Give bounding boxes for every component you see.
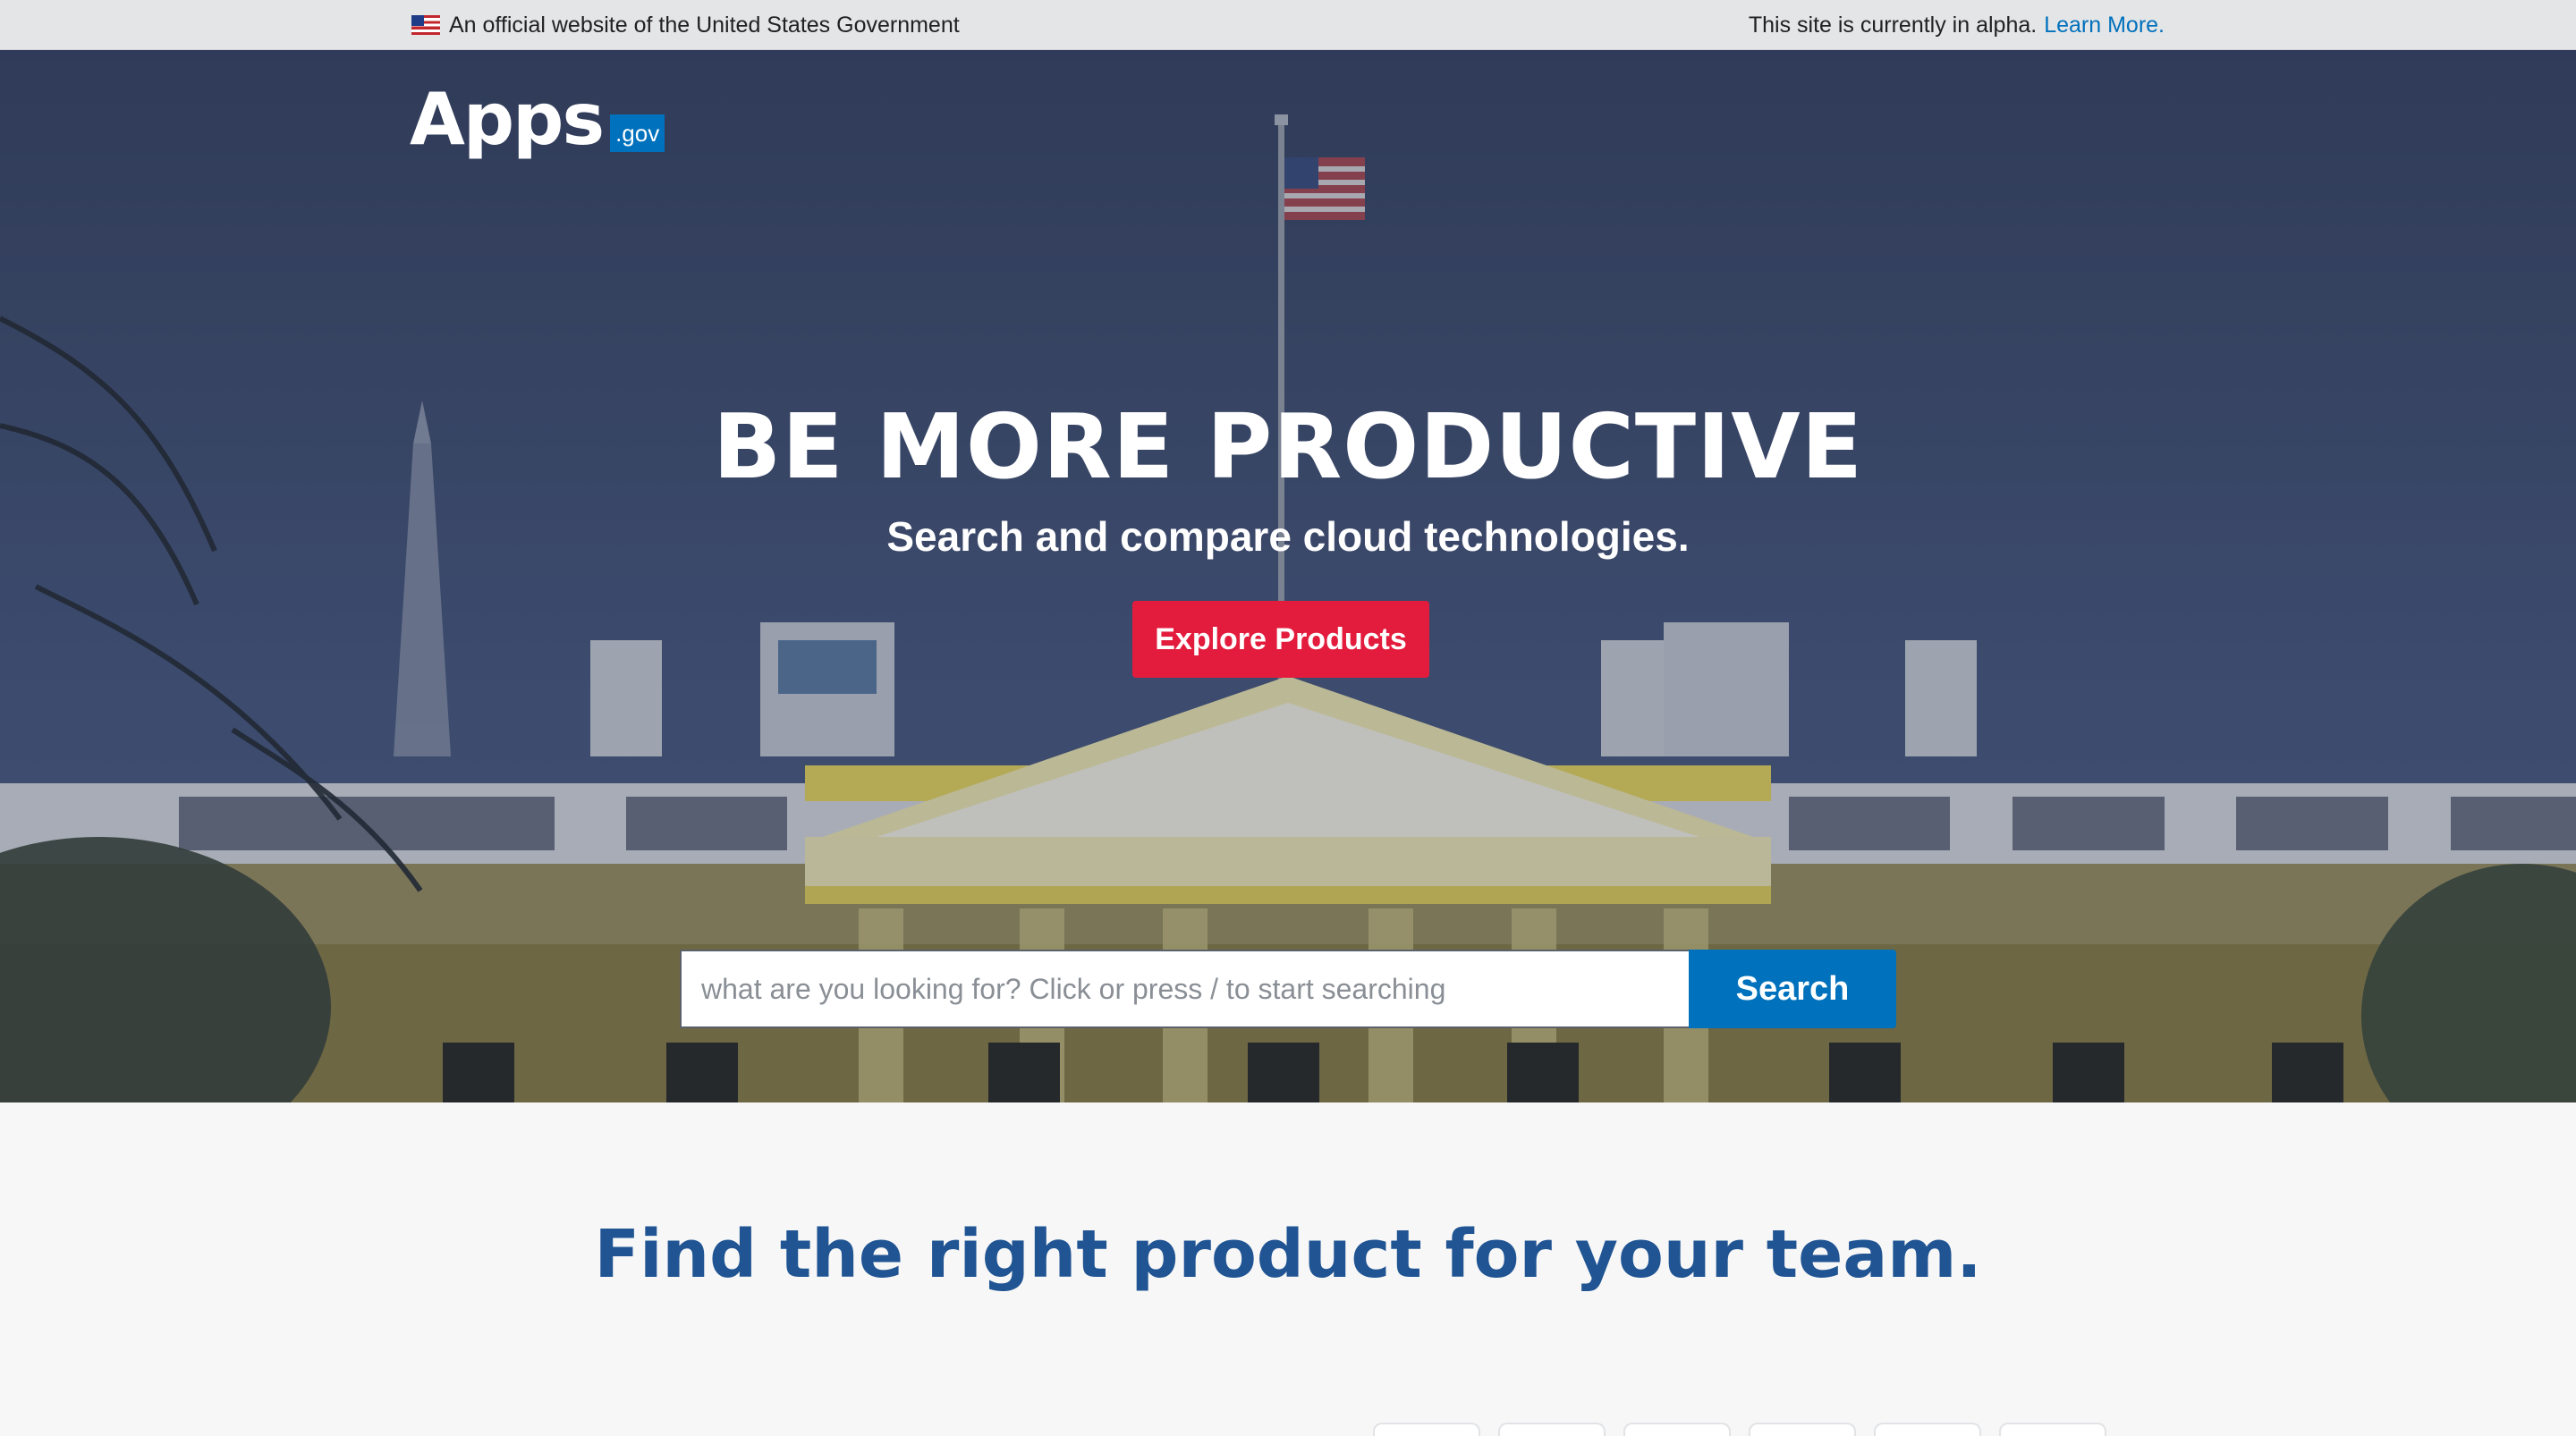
product-tab[interactable]	[1373, 1423, 1480, 1436]
alpha-notice: This site is currently in alpha. Learn M…	[1749, 0, 2165, 50]
official-notice: An official website of the United States…	[411, 0, 960, 50]
site-logo[interactable]: Apps .gov	[410, 84, 665, 156]
learn-more-link[interactable]: Learn More.	[2044, 13, 2165, 38]
hero-overlay	[0, 50, 2576, 1102]
us-flag-icon	[411, 15, 440, 35]
alpha-text: This site is currently in alpha.	[1748, 12, 2038, 38]
search-button[interactable]: Search	[1689, 950, 1896, 1028]
hero-headline: BE MORE PRODUCTIVE	[712, 394, 1864, 499]
products-section: Find the right product for your team.	[0, 1102, 2576, 1436]
hero-section: Apps .gov BE MORE PRODUCTIVE Search and …	[0, 50, 2576, 1102]
product-tab[interactable]	[1623, 1423, 1731, 1436]
product-tabs-peek	[1373, 1423, 2106, 1436]
logo-wordmark: Apps	[410, 78, 605, 161]
search-input[interactable]	[680, 950, 1689, 1028]
product-tab[interactable]	[1749, 1423, 1856, 1436]
product-tab[interactable]	[1999, 1423, 2106, 1436]
search-form: Search	[680, 950, 1896, 1028]
official-text: An official website of the United States…	[449, 12, 960, 38]
hero-subheadline: Search and compare cloud technologies.	[886, 513, 1690, 560]
explore-products-button[interactable]: Explore Products	[1132, 601, 1429, 678]
product-tab[interactable]	[1874, 1423, 1981, 1436]
gov-banner: An official website of the United States…	[0, 0, 2576, 50]
product-tab[interactable]	[1498, 1423, 1606, 1436]
logo-badge: .gov	[610, 114, 665, 152]
section-title: Find the right product for your team.	[594, 1216, 1982, 1293]
